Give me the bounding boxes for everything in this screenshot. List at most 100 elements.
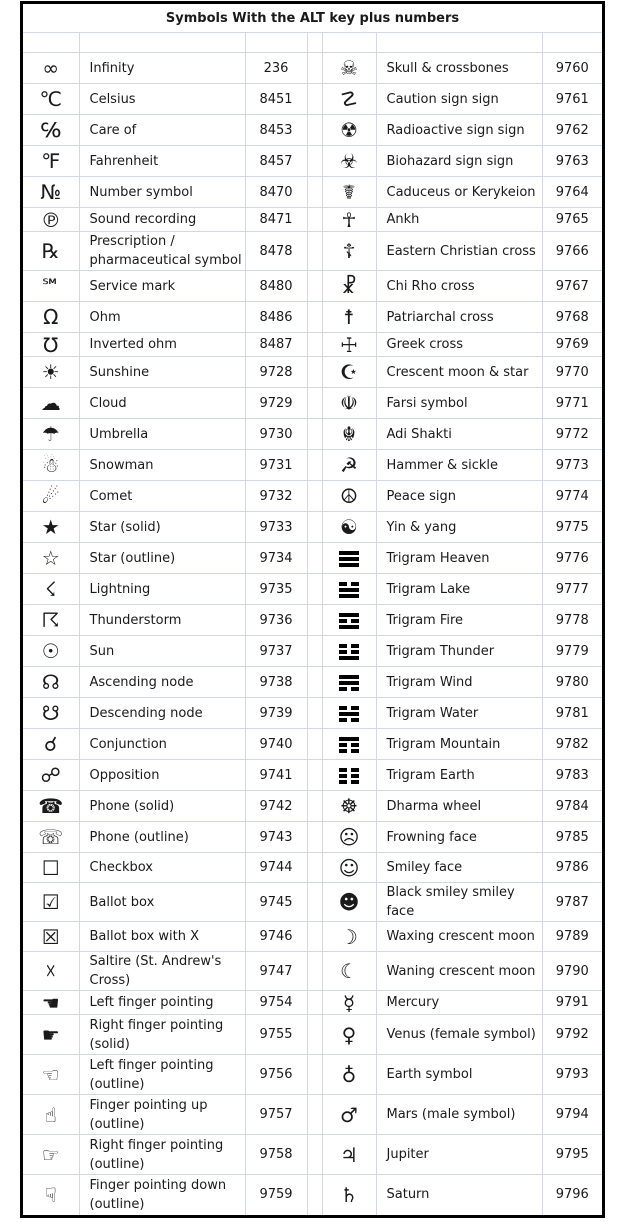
symbol-cell: ☂ [23,418,80,450]
table-row: ☁ Cloud 9729 ☫ Farsi symbol 9771 [23,387,603,419]
table-row: ☋ Descending node 9739 Trigram Water 9781 [23,697,603,729]
symbol-cell: ☐ [23,852,80,883]
symbol-cell: ☜ [23,1054,80,1095]
table-row: ℧ Inverted ohm 8487 ☩ Greek cross 9769 [23,332,603,357]
symbol-cell: ☍ [23,759,80,791]
table-row: ☎ Phone (solid) 9742 ☸ Dharma wheel 9784 [23,790,603,822]
symbol-cell: ☡ [321,83,377,115]
alt-code: 9729 [244,387,308,419]
black-smiley-face-icon: ☻ [338,890,360,914]
symbol-cell: ☹ [321,821,377,853]
symbol-name: Eastern Christian cross [375,231,543,271]
symbol-cell: ☮ [321,480,377,512]
alt-code: 9761 [541,83,603,115]
symbol-cell: ☧ [321,270,377,302]
spacer-cell [306,176,323,208]
spacer-cell [306,666,323,698]
saltire-icon: ☓ [45,959,57,983]
symbol-name: Sound recording [78,207,246,232]
table-row: ☈ Thunderstorm 9736 Trigram Fire 9778 [23,604,603,636]
symbol-cell: ☯ [321,511,377,543]
symbol-name: Conjunction [78,728,246,760]
alt-code: 9760 [541,52,603,84]
symbol-name: Descending node [78,697,246,729]
alt-code: 9736 [244,604,308,636]
symbol-name: Service mark [78,270,246,302]
caution-sign-icon: ☡ [340,87,358,111]
spacer-cell [306,882,323,922]
biohazard-icon: ☣ [340,149,358,173]
symbol-cell [321,666,377,698]
alt-code: 9733 [244,511,308,543]
spacer-cell [306,231,323,271]
mars-icon: ♂ [340,1102,358,1127]
symbol-cell: ☄ [23,480,80,512]
trigram-water-icon [339,704,359,724]
alt-code: 9781 [541,697,603,729]
alt-code: 9783 [541,759,603,791]
lightning-icon: ☇ [45,577,57,601]
alt-code: 9754 [244,990,308,1015]
symbol-cell [321,635,377,667]
symbol-name: Cloud [78,387,246,419]
symbol-name: Adi Shakti [375,418,543,450]
table-row: ☚ Left finger pointing 9754 ☿ Mercury 9791 [23,990,603,1015]
spacer-cell [306,270,323,302]
alt-code: 9745 [244,882,308,922]
symbol-name: Sunshine [78,356,246,388]
symbol-name: Infinity [78,52,246,84]
skull-crossbones-icon: ☠ [340,56,358,80]
care-of-icon: ℅ [40,118,61,142]
descending-node-icon: ☋ [41,701,60,725]
phone-outline-icon: ☏ [38,825,64,849]
symbol-name: Venus (female symbol) [375,1014,543,1055]
alt-code: 8470 [244,176,308,208]
symbol-name: Phone (outline) [78,821,246,853]
alt-code: 9776 [541,542,603,574]
trigram-mountain-icon [339,735,359,755]
alt-code: 8480 [244,270,308,302]
trigram-wind-icon [339,673,359,693]
symbol-cell: ☠ [321,52,377,84]
symbol-cell [321,728,377,760]
alt-code: 236 [244,52,308,84]
symbol-cell: ℅ [23,114,80,146]
checkbox-icon: ☐ [41,855,60,880]
symbol-name: Ohm [78,301,246,333]
symbol-cell [321,697,377,729]
alt-code: 8486 [244,301,308,333]
alt-code: 9790 [541,951,603,991]
symbol-cell: ℗ [23,207,80,232]
table-row: ☜ Left finger pointing (outline) 9756 ♁ Eart… [23,1054,603,1095]
alt-code: 9764 [541,176,603,208]
symbol-name: Greek cross [375,332,543,357]
symbols-table: Symbols With the ALT key plus numbers ∞ I… [23,4,603,1215]
symbol-name: Opposition [78,759,246,791]
symbol-cell [321,573,377,605]
symbol-cell: ☝ [23,1094,80,1135]
phone-solid-icon: ☎ [38,794,64,818]
table-row: ℞ Prescription / pharmaceutical symbol 847… [23,231,603,271]
symbol-cell: ℃ [23,83,80,115]
symbol-cell: ☀ [23,356,80,388]
saturn-icon: ♄ [340,1182,358,1207]
spacer-cell [306,1174,323,1215]
spacer-cell [306,511,323,543]
right-finger-outline-icon: ☞ [41,1142,60,1167]
spacer-cell [306,573,323,605]
greek-cross-icon: ☩ [340,332,358,357]
symbol-cell: ♀ [321,1014,377,1055]
spacer-cell [306,332,323,357]
symbol-cell: ℧ [23,332,80,357]
spacer-cell [306,52,323,84]
spacer-cell [306,1134,323,1175]
symbol-name: Trigram Fire [375,604,543,636]
spacer-cell [306,356,323,388]
symbol-cell: ☿ [321,990,377,1015]
symbol-name: Prescription / pharmaceutical symbol [78,231,246,271]
spacer-cell [306,418,323,450]
alt-code: 9767 [541,270,603,302]
symbol-name: Saltire (St. Andrew's Cross) [78,951,246,991]
spacer-cell [306,480,323,512]
table-row: Ω Ohm 8486 ☨ Patriarchal cross 9768 [23,301,603,333]
